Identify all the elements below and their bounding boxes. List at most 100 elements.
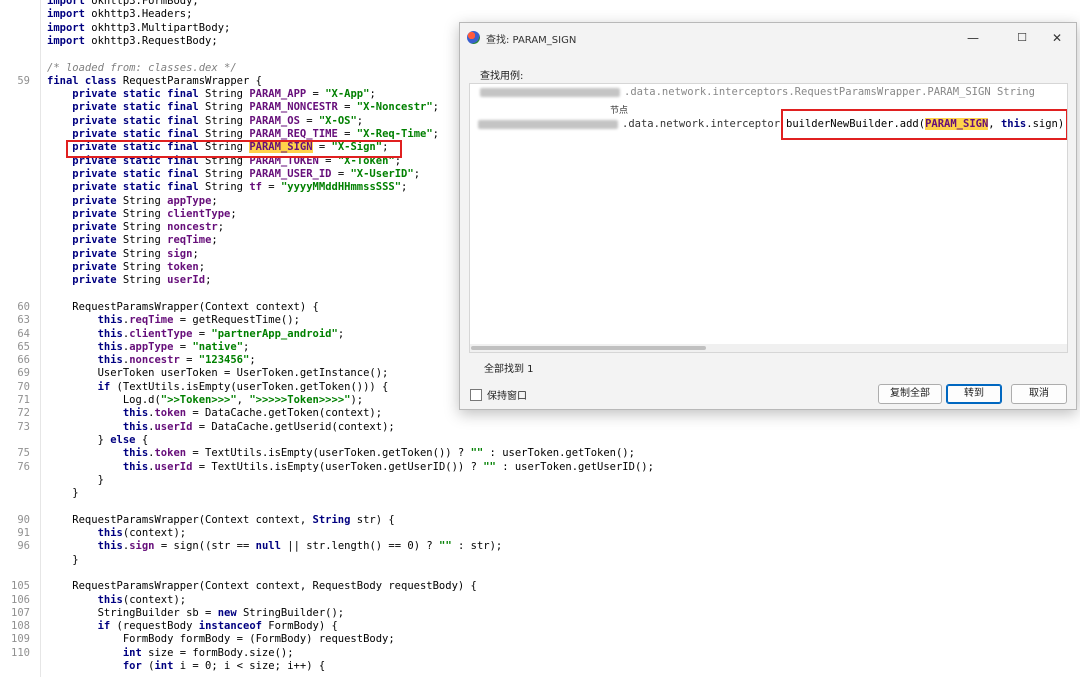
code-text: private String appType; (72, 194, 218, 207)
code-line: 109 FormBody formBody = (FormBody) reque… (0, 633, 1080, 646)
code-line: 105 RequestParamsWrapper(Context context… (0, 580, 1080, 593)
dialog-titlebar[interactable]: 查找: PARAM_SIGN — ☐ ✕ (460, 23, 1076, 53)
code-text: /* loaded from: classes.dex */ (47, 61, 237, 74)
code-text: this(context); (97, 593, 187, 606)
line-number: 110 (11, 646, 30, 659)
code-text: StringBuilder sb = new StringBuilder(); (47, 606, 345, 619)
find-usages-dialog: 查找: PARAM_SIGN — ☐ ✕ 查找用例: .data.network… (459, 22, 1077, 410)
code-text: this.sign = sign((str == null || str.len… (97, 540, 503, 553)
code-line: } (0, 474, 1080, 487)
checkbox-box[interactable] (470, 388, 482, 401)
line-number: 64 (17, 327, 30, 340)
code-text: this.userId = DataCache.getUserid(contex… (122, 420, 395, 433)
code-text: import okhttp3.MultipartBody; (47, 21, 231, 34)
code-text: private static final String PARAM_NONCES… (72, 101, 439, 114)
code-text: this.token = TextUtils.isEmpty(userToken… (122, 447, 635, 460)
code-text: private static final String PARAM_OS = "… (72, 114, 364, 127)
code-text: private String reqTime; (72, 234, 218, 247)
line-number: 96 (17, 540, 30, 553)
code-text: private static final String PARAM_APP = … (72, 88, 376, 101)
copy-all-button[interactable]: 复制全部 (878, 384, 942, 404)
code-text: import okhttp3.Headers; (47, 8, 193, 21)
results-count: 全部找到 1 (484, 364, 534, 375)
line-number: 75 (17, 447, 30, 460)
code-line: 91 this(context); (0, 527, 1080, 540)
code-line: 106 this(context); (0, 594, 1080, 607)
cancel-button[interactable]: 取消 (1011, 384, 1067, 404)
code-line: 96 this.sign = sign((str == null || str.… (0, 540, 1080, 553)
code-text: RequestParamsWrapper(Context context, St… (47, 513, 395, 526)
code-text: final class RequestParamsWrapper { (47, 74, 262, 87)
maximize-button[interactable]: ☐ (1007, 27, 1037, 49)
redacted-package (478, 119, 618, 129)
results-list[interactable]: .data.network.interceptors.RequestParams… (469, 83, 1068, 353)
line-number: 107 (11, 606, 30, 619)
line-number: 91 (17, 527, 30, 539)
code-text: } (47, 473, 104, 486)
code-line: for (int i = 0; i < size; i++) { (0, 660, 1080, 673)
code-line: 75 this.token = TextUtils.isEmpty(userTo… (0, 447, 1080, 460)
close-button[interactable]: ✕ (1042, 27, 1072, 49)
dialog-title: 查找: PARAM_SIGN (486, 35, 577, 46)
code-line: 73 this.userId = DataCache.getUserid(con… (0, 421, 1080, 434)
code-line: import okhttp3.FormBody; (0, 0, 1080, 8)
code-text: private static final String tf = "yyyyMM… (72, 181, 408, 194)
code-text: private String token; (72, 261, 206, 273)
node-column-header: 节点 (610, 106, 629, 116)
line-number: 59 (17, 74, 30, 87)
line-number: 109 (11, 633, 30, 646)
line-number: 76 (17, 460, 30, 473)
code-text: private static final String PARAM_USER_I… (72, 167, 421, 180)
code-text: import okhttp3.FormBody; (47, 0, 199, 7)
line-number: 70 (17, 380, 30, 393)
code-text: Log.d(">>Token>>>", ">>>>>Token>>>>"); (47, 394, 364, 406)
line-number: 60 (17, 300, 30, 313)
code-text: FormBody formBody = (FormBody) requestBo… (47, 633, 395, 646)
code-text: this.token = DataCache.getToken(context)… (122, 407, 383, 420)
result-row-usage[interactable]: .data.network.interceptor (478, 118, 780, 130)
code-text: RequestParamsWrapper(Context context) { (47, 300, 319, 313)
result-row-declaration[interactable]: .data.network.interceptors.RequestParams… (480, 86, 1035, 98)
line-number: 108 (11, 620, 30, 633)
line-number: 106 (11, 593, 30, 606)
code-text: this.reqTime = getRequestTime(); (97, 314, 300, 327)
code-line: } (0, 554, 1080, 567)
keep-window-checkbox[interactable]: 保持窗口 (470, 387, 527, 402)
line-number: 63 (17, 314, 30, 327)
code-text: UserToken userToken = UserToken.getInsta… (47, 367, 389, 380)
line-number: 90 (17, 513, 30, 526)
code-text: this.appType = "native"; (97, 340, 250, 353)
line-number: 71 (17, 394, 30, 406)
code-text: import okhttp3.RequestBody; (47, 34, 218, 47)
line-number: 105 (11, 580, 30, 593)
code-text: } (47, 553, 79, 566)
code-text: int size = formBody.size(); (122, 646, 294, 659)
code-line: 108 if (requestBody instanceof FormBody)… (0, 620, 1080, 633)
app-logo-icon (467, 31, 480, 44)
code-text: if (requestBody instanceof FormBody) { (97, 620, 338, 633)
horizontal-scrollbar[interactable] (470, 344, 1067, 352)
minimize-button[interactable]: — (958, 27, 988, 49)
code-line: 76 this.userId = TextUtils.isEmpty(userT… (0, 461, 1080, 474)
code-text: private String userId; (72, 274, 212, 287)
code-line: import okhttp3.Headers; (0, 8, 1080, 21)
line-number: 65 (17, 340, 30, 353)
code-text: private String sign; (72, 247, 199, 260)
line-number: 72 (17, 407, 30, 420)
code-line: } else { (0, 434, 1080, 447)
code-line: } (0, 487, 1080, 500)
code-line: 90 RequestParamsWrapper(Context context,… (0, 514, 1080, 527)
scrollbar-thumb[interactable] (471, 346, 706, 350)
code-text: private String clientType; (72, 207, 237, 220)
line-number: 69 (17, 367, 30, 380)
code-text: this.clientType = "partnerApp_android"; (97, 327, 345, 340)
goto-button[interactable]: 转到 (946, 384, 1002, 404)
redacted-package (480, 87, 620, 97)
find-usages-caption: 查找用例: (480, 71, 524, 82)
line-number: 66 (17, 354, 30, 367)
usage-highlight-box (781, 109, 1067, 140)
line-number: 73 (17, 420, 30, 433)
code-line: 107 StringBuilder sb = new StringBuilder… (0, 607, 1080, 620)
